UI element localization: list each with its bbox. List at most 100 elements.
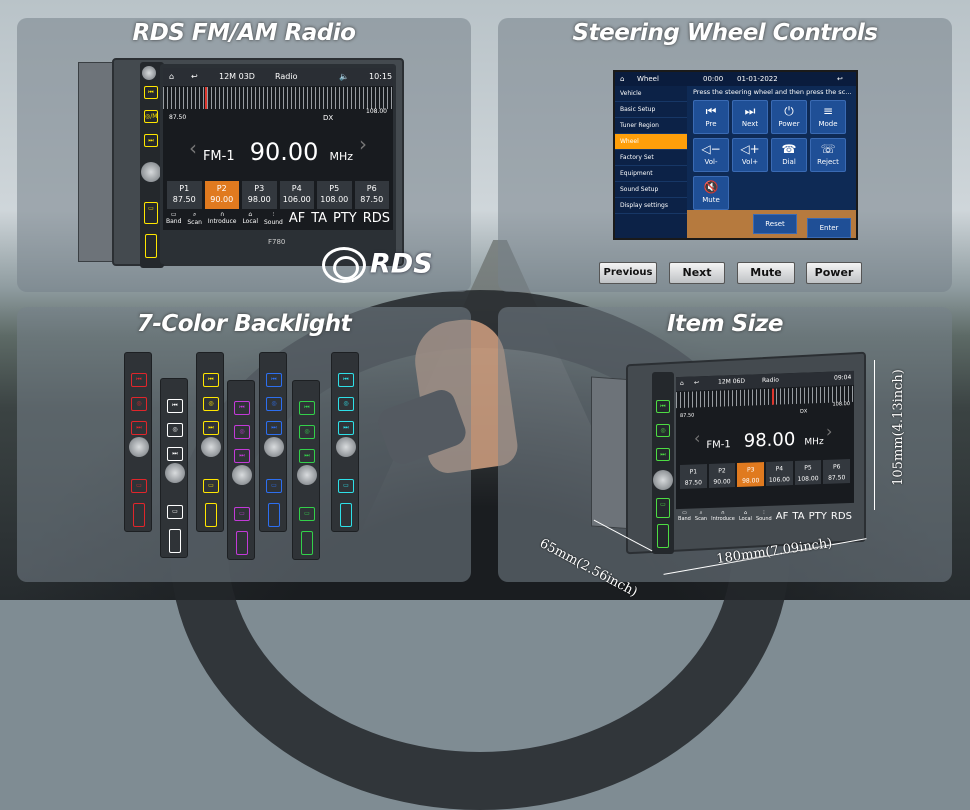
rds-button[interactable]: RDS <box>363 211 390 226</box>
af-button[interactable]: AF <box>289 211 305 226</box>
date-label: 12M 03D <box>219 72 255 81</box>
prev-key[interactable]: ⏮ <box>656 400 670 413</box>
backlight-strip: ⏮ ◎ ⏭ ▭ <box>227 380 255 560</box>
volume-icon: 🔈 <box>339 72 349 81</box>
preset-3[interactable]: P3 98.00 <box>737 462 765 487</box>
mode-key: ◎ <box>234 425 250 439</box>
menu-equipment[interactable]: Equipment <box>615 166 687 182</box>
wheel-mute-button[interactable]: 🔇 Mute <box>693 176 729 210</box>
wheel-dial-button[interactable]: ☎ Dial <box>771 138 807 172</box>
settings-title: Wheel <box>637 75 659 83</box>
local-button[interactable]: ⌂ Local <box>242 211 258 225</box>
preset-5[interactable]: P5 108.00 <box>794 460 822 485</box>
date-label: 12M 06D <box>718 377 745 386</box>
usb-port[interactable] <box>657 524 669 548</box>
volume-knob <box>297 465 317 485</box>
local-button[interactable]: ⌂ Local <box>739 510 752 522</box>
af-button[interactable]: AF <box>776 511 789 522</box>
ta-button[interactable]: TA <box>792 511 804 522</box>
back-icon[interactable]: ↩ <box>837 72 843 86</box>
introduce-button[interactable]: ∩ Introduce <box>711 510 735 522</box>
preset-row: P1 87.50 P2 90.00 P3 98.00 P4 106.00 P5 108.0… <box>680 459 851 489</box>
sd-slot[interactable]: ▭ <box>144 202 158 224</box>
back-icon[interactable]: ↩ <box>191 68 198 86</box>
introduce-button[interactable]: ∩ Introduce <box>208 211 237 225</box>
reset-button[interactable]: Reset <box>753 214 797 234</box>
usb-port <box>133 503 145 527</box>
home-icon[interactable]: ⌂ <box>680 377 684 391</box>
back-icon[interactable]: ↩ <box>694 376 699 390</box>
next-key: ⏭ <box>299 449 315 463</box>
mode-key[interactable]: ◎/M <box>144 110 158 123</box>
preset-2[interactable]: P2 90.00 <box>708 463 736 488</box>
sd-slot: ▭ <box>234 507 250 521</box>
usb-port <box>268 503 280 527</box>
frequency-value: 98.00 <box>743 428 796 452</box>
preset-1[interactable]: P1 87.50 <box>680 464 707 489</box>
wheel-reject-button[interactable]: ☏ Reject <box>810 138 846 172</box>
wheel-next-button[interactable]: ⏭ Next <box>732 100 768 134</box>
date-label: 01-01-2022 <box>737 75 778 83</box>
sound-button[interactable]: ⫶ Sound <box>756 510 772 522</box>
usb-port[interactable] <box>145 234 157 258</box>
menu-sound-setup[interactable]: Sound Setup <box>615 182 687 198</box>
mode-key[interactable]: ◎ <box>656 424 670 437</box>
volume-knob <box>336 437 356 457</box>
sound-button[interactable]: ⫶ Sound <box>264 211 283 226</box>
power-control[interactable]: Power <box>806 262 862 284</box>
next-key: ⏭ <box>203 421 219 435</box>
menu-wheel[interactable]: Wheel <box>615 134 687 150</box>
menu-display-settings[interactable]: Display settings <box>615 198 687 214</box>
home-icon[interactable]: ⌂ <box>169 68 174 86</box>
next-key[interactable]: ⏭ <box>144 134 158 147</box>
home-icon[interactable]: ⌂ <box>620 72 624 86</box>
rds-button[interactable]: RDS <box>831 511 852 522</box>
wheel-vol-down-button[interactable]: ◁− Vol- <box>693 138 729 172</box>
power-knob[interactable] <box>142 66 156 80</box>
steering-settings-screen: ⌂ Wheel 00:00 01-01-2022 ↩ Vehicle Basic… <box>613 70 858 240</box>
preset-6[interactable]: P6 87.50 <box>823 459 851 484</box>
volume-knob <box>165 463 185 483</box>
band-button[interactable]: ▭ Band <box>678 510 691 522</box>
mode-key: ◎ <box>167 423 183 437</box>
previous-control[interactable]: Previous <box>599 262 657 284</box>
menu-factory-set[interactable]: Factory Set <box>615 150 687 166</box>
menu-vehicle[interactable]: Vehicle <box>615 86 687 102</box>
menu-tuner-region[interactable]: Tuner Region <box>615 118 687 134</box>
scan-button[interactable]: ⌕ Scan <box>695 510 707 522</box>
band-label: FM-1 <box>202 149 235 164</box>
pty-button[interactable]: PTY <box>333 211 357 226</box>
sd-slot[interactable]: ▭ <box>656 498 670 518</box>
menu-basic-setup[interactable]: Basic Setup <box>615 102 687 118</box>
next-control[interactable]: Next <box>669 262 725 284</box>
tuning-scale[interactable] <box>163 87 393 109</box>
sd-slot: ▭ <box>167 505 183 519</box>
prev-key[interactable]: ⏮ <box>144 86 158 99</box>
source-label: Radio <box>275 72 298 81</box>
next-key[interactable]: ⏭ <box>656 448 670 461</box>
mode-key: ◎ <box>266 397 282 411</box>
settings-topbar: ⌂ Wheel 00:00 01-01-2022 ↩ <box>615 72 856 86</box>
wheel-vol-up-button[interactable]: ◁+ Vol+ <box>732 138 768 172</box>
usb-port <box>236 531 248 555</box>
backlight-strip: ⏮ ◎ ⏭ ▭ <box>292 380 320 560</box>
usb-port <box>205 503 217 527</box>
mute-control[interactable]: Mute <box>737 262 795 284</box>
preset-4[interactable]: P4 106.00 <box>766 461 793 486</box>
wheel-power-button[interactable]: ⏻ Power <box>771 100 807 134</box>
volume-knob[interactable] <box>141 162 161 182</box>
scan-button[interactable]: ⌕ Scan <box>187 211 202 226</box>
volume-knob[interactable] <box>653 470 673 490</box>
pty-button[interactable]: PTY <box>809 511 827 522</box>
prev-key: ⏮ <box>299 401 315 415</box>
frequency-value: 90.00 <box>249 138 319 166</box>
wheel-mode-button[interactable]: ≡ Mode <box>810 100 846 134</box>
rds-logo-icon <box>322 247 366 283</box>
enter-button[interactable]: Enter <box>807 218 851 238</box>
wheel-pre-button[interactable]: ⏮ Pre <box>693 100 729 134</box>
ta-button[interactable]: TA <box>311 211 327 226</box>
band-button[interactable]: ▭ Band <box>166 211 181 225</box>
sd-slot: ▭ <box>266 479 282 493</box>
counter-label: 00:00 <box>703 75 724 83</box>
backlight-strip: ⏮ ◎ ⏭ ▭ <box>259 352 287 532</box>
